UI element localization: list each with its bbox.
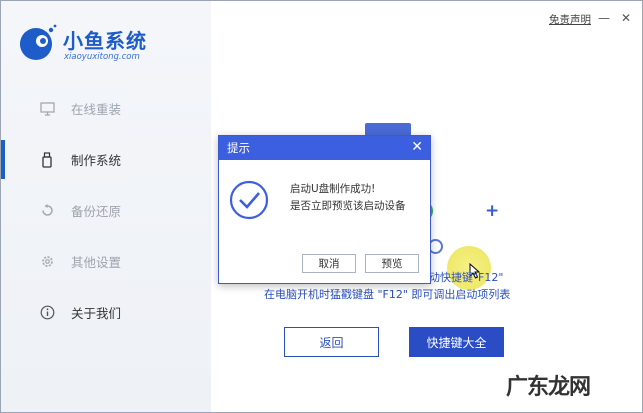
- back-button[interactable]: 返回: [284, 327, 379, 357]
- usb-icon: [39, 151, 55, 168]
- sidebar-item-label: 制作系统: [71, 153, 122, 168]
- cancel-button[interactable]: 取消: [302, 254, 356, 273]
- brand-domain: xiaoyuxitong.com: [64, 52, 140, 62]
- dialog-message-line1: 启动U盘制作成功!: [290, 183, 376, 195]
- dialog-title: 提示: [227, 141, 250, 155]
- shortcut-hint: 在电脑开机时猛戳键盘 "F12" 即可调出启动项列表: [264, 288, 511, 301]
- disclaimer-link[interactable]: 免责声明: [549, 12, 591, 27]
- app-logo: 小鱼系统 xiaoyuxitong.com: [17, 19, 217, 69]
- dialog-close-icon[interactable]: ✕: [411, 139, 423, 155]
- backup-icon: [39, 203, 55, 219]
- minimize-button[interactable]: —: [598, 11, 610, 25]
- sidebar-nav: 在线重装 制作系统 备份还原 其他设置 关于我们: [1, 83, 211, 338]
- dialog-header: 提示 ✕: [219, 136, 430, 160]
- plus-icon: +: [485, 201, 500, 221]
- prompt-dialog: 提示 ✕ 启动U盘制作成功! 是否立即预览该启动设备 取消 预览: [218, 135, 431, 284]
- shortcut-hint-partial: 动快捷键"F12": [429, 271, 504, 284]
- fish-logo-icon: [20, 24, 57, 60]
- sidebar-item-label: 其他设置: [71, 255, 122, 270]
- watermark: 广东龙网: [506, 374, 591, 400]
- monitor-icon: [39, 101, 55, 117]
- sidebar-item-make-system[interactable]: 制作系统: [1, 134, 211, 185]
- check-circle-icon: [229, 180, 269, 220]
- sidebar-item-online-reinstall[interactable]: 在线重装: [1, 83, 211, 134]
- sidebar-item-about-us[interactable]: 关于我们: [1, 287, 211, 338]
- gear-icon: [39, 254, 55, 270]
- sidebar-item-label: 关于我们: [71, 306, 122, 321]
- close-window-button[interactable]: ✕: [621, 11, 631, 25]
- app-window: 小鱼系统 xiaoyuxitong.com 在线重装 制作系统 备份还原 其他设…: [0, 0, 643, 413]
- sidebar-item-backup-restore[interactable]: 备份还原: [1, 185, 211, 236]
- preview-button[interactable]: 预览: [365, 254, 419, 273]
- brand-name: 小鱼系统: [63, 29, 147, 53]
- info-icon: [39, 305, 55, 321]
- sidebar: 小鱼系统 xiaoyuxitong.com 在线重装 制作系统 备份还原 其他设…: [1, 1, 211, 412]
- sidebar-item-label: 在线重装: [71, 102, 122, 117]
- shortcut-keys-button[interactable]: 快捷键大全: [409, 327, 504, 357]
- dialog-message-line2: 是否立即预览该启动设备: [290, 200, 406, 212]
- sidebar-item-label: 备份还原: [71, 204, 122, 219]
- sidebar-item-other-settings[interactable]: 其他设置: [1, 236, 211, 287]
